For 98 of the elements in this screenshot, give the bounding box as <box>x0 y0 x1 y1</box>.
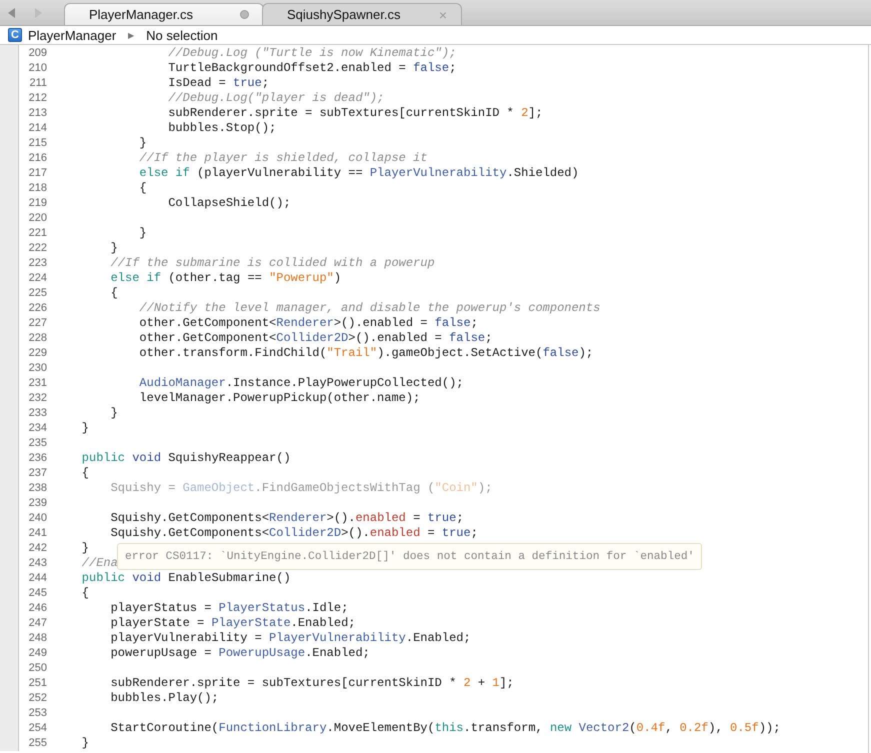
line-number: 219 <box>28 196 47 209</box>
line-number: 232 <box>28 392 47 404</box>
line-number: 223 <box>28 256 47 269</box>
code-line: { <box>80 466 90 480</box>
code-line: playerStatus = PlayerStatus.Idle; <box>110 601 348 616</box>
code-line: } <box>80 420 90 435</box>
line-number: 248 <box>28 632 47 644</box>
back-arrow-icon[interactable] <box>8 8 16 18</box>
code-line: } <box>138 226 147 240</box>
code-line: else if (other.tag == "Powerup") <box>110 270 342 285</box>
code-line: StartCoroutine(FunctionLibrary.MoveElementBy(this.transform, new Vector2(0.4f, 0.2f), 0.5f)); <box>110 721 780 736</box>
breadcrumb-class[interactable]: PlayerManager <box>28 28 116 42</box>
line-number: 213 <box>28 106 47 119</box>
line-number: 214 <box>28 122 47 134</box>
unsaved-dot-icon[interactable] <box>240 10 249 19</box>
code-line: } <box>80 541 90 556</box>
code-line: levelManager.PowerupPickup(other.name); <box>138 390 420 405</box>
code-line: CollapseShield(); <box>167 196 291 210</box>
line-number: 235 <box>28 436 47 449</box>
line-number: 239 <box>28 496 47 509</box>
line-number: 218 <box>28 182 47 194</box>
line-number: 215 <box>28 136 47 149</box>
code-line: //Ena <box>80 556 118 570</box>
line-number: 227 <box>28 316 47 329</box>
code-line: } <box>110 240 118 255</box>
code-line: IsDead = true; <box>167 76 270 90</box>
line-number: 237 <box>28 466 47 479</box>
line-number: 245 <box>28 587 47 600</box>
code-line: //If the submarine is collided with a powerup <box>110 256 435 270</box>
code-line: { <box>80 586 90 600</box>
line-number: 250 <box>28 662 47 674</box>
code-line: Squishy.GetComponents<Renderer>().enabled = true; <box>110 510 464 525</box>
line-number: 238 <box>28 482 47 494</box>
code-line: public void SquishyReappear() <box>80 450 291 465</box>
line-number: 212 <box>28 92 47 104</box>
code-line: TurtleBackgroundOffset2.enabled = false; <box>167 60 456 75</box>
line-number: 244 <box>28 572 47 584</box>
code-line: { <box>110 286 118 300</box>
code-line: //Debug.Log ("Turtle is now Kinematic"); <box>167 46 456 60</box>
code-line: } <box>80 736 90 750</box>
code-line: AudioManager.Instance.PlayPowerupCollected(); <box>138 376 464 390</box>
code-line: playerVulnerability = PlayerVulnerability.Enabled; <box>110 631 471 646</box>
code-line: Squishy = GameObject.FindGameObjectsWithTag ("Coin"); <box>110 480 492 495</box>
line-number: 230 <box>28 362 47 374</box>
code-line: } <box>138 136 147 150</box>
code-line: else if (playerVulnerability == PlayerVulnerability.Shielded) <box>138 166 579 180</box>
forward-arrow-icon[interactable] <box>34 8 42 18</box>
line-number: 222 <box>28 242 47 254</box>
line-number: 246 <box>28 602 47 614</box>
code-line: //Debug.Log("player is dead"); <box>167 90 384 105</box>
code-line: //Notify the level manager, and disable the powerup's components <box>138 300 600 315</box>
code-line: other.transform.FindChild("Trail").gameObject.SetActive(false); <box>138 346 594 360</box>
line-number: 236 <box>28 452 47 464</box>
line-number: 242 <box>28 542 47 554</box>
line-number: 217 <box>28 166 47 179</box>
line-number: 231 <box>28 376 47 389</box>
line-number: 255 <box>28 737 47 750</box>
line-number: 225 <box>28 286 47 299</box>
code-line: subRenderer.sprite = subTextures[currentSkinID * 2 + 1]; <box>110 676 514 690</box>
line-number: 253 <box>28 707 47 720</box>
line-number: 221 <box>28 226 47 239</box>
code-line: subRenderer.sprite = subTextures[currentSkinID * 2]; <box>167 106 543 120</box>
line-number: 233 <box>28 406 47 419</box>
line-number: 229 <box>28 346 47 359</box>
error-tooltip: error CS0117: `UnityEngine.Collider2D[]' does not contain a definition for `enabled' <box>117 543 702 570</box>
code-line: playerState = PlayerState.Enabled; <box>110 616 356 630</box>
code-line: other.GetComponent<Collider2D>().enabled = false; <box>138 330 492 345</box>
line-number: 254 <box>28 722 47 734</box>
line-number: 249 <box>28 647 47 660</box>
code-line: } <box>110 406 118 420</box>
line-number: 224 <box>28 272 47 284</box>
line-number: 228 <box>28 332 47 344</box>
line-number: 252 <box>28 692 47 704</box>
code-line: powerupUsage = PowerupUsage.Enabled; <box>110 646 370 660</box>
line-number: 241 <box>28 527 47 539</box>
code-line: bubbles.Stop(); <box>167 120 276 135</box>
line-number: 210 <box>28 62 47 74</box>
editor-tab[interactable]: SqiushySpawner.cs × <box>262 3 462 25</box>
breadcrumb-member[interactable]: No selection <box>146 28 218 42</box>
code-line: bubbles.Play(); <box>110 691 219 706</box>
line-number: 240 <box>28 512 47 524</box>
line-number: 216 <box>28 152 47 164</box>
line-number: 247 <box>28 617 47 630</box>
line-number: 226 <box>28 302 47 314</box>
editor-tab[interactable]: PlayerManager.cs <box>64 3 264 25</box>
class-icon: C <box>8 28 22 42</box>
code-line: other.GetComponent<Renderer>().enabled = false; <box>138 316 478 330</box>
code-line: public void EnableSubmarine() <box>80 571 291 586</box>
line-number: 234 <box>28 422 47 434</box>
code-line: Squishy.GetComponents<Collider2D>().enabled = true; <box>110 526 478 540</box>
line-number: 220 <box>28 212 47 224</box>
line-number: 251 <box>28 677 47 690</box>
separator-arrow: ▶ <box>128 30 134 40</box>
code-line: { <box>138 180 147 195</box>
code-line: //If the player is shielded, collapse it <box>138 150 428 165</box>
line-number: 243 <box>28 557 47 570</box>
line-number: 209 <box>28 46 47 58</box>
line-number: 211 <box>28 76 47 89</box>
